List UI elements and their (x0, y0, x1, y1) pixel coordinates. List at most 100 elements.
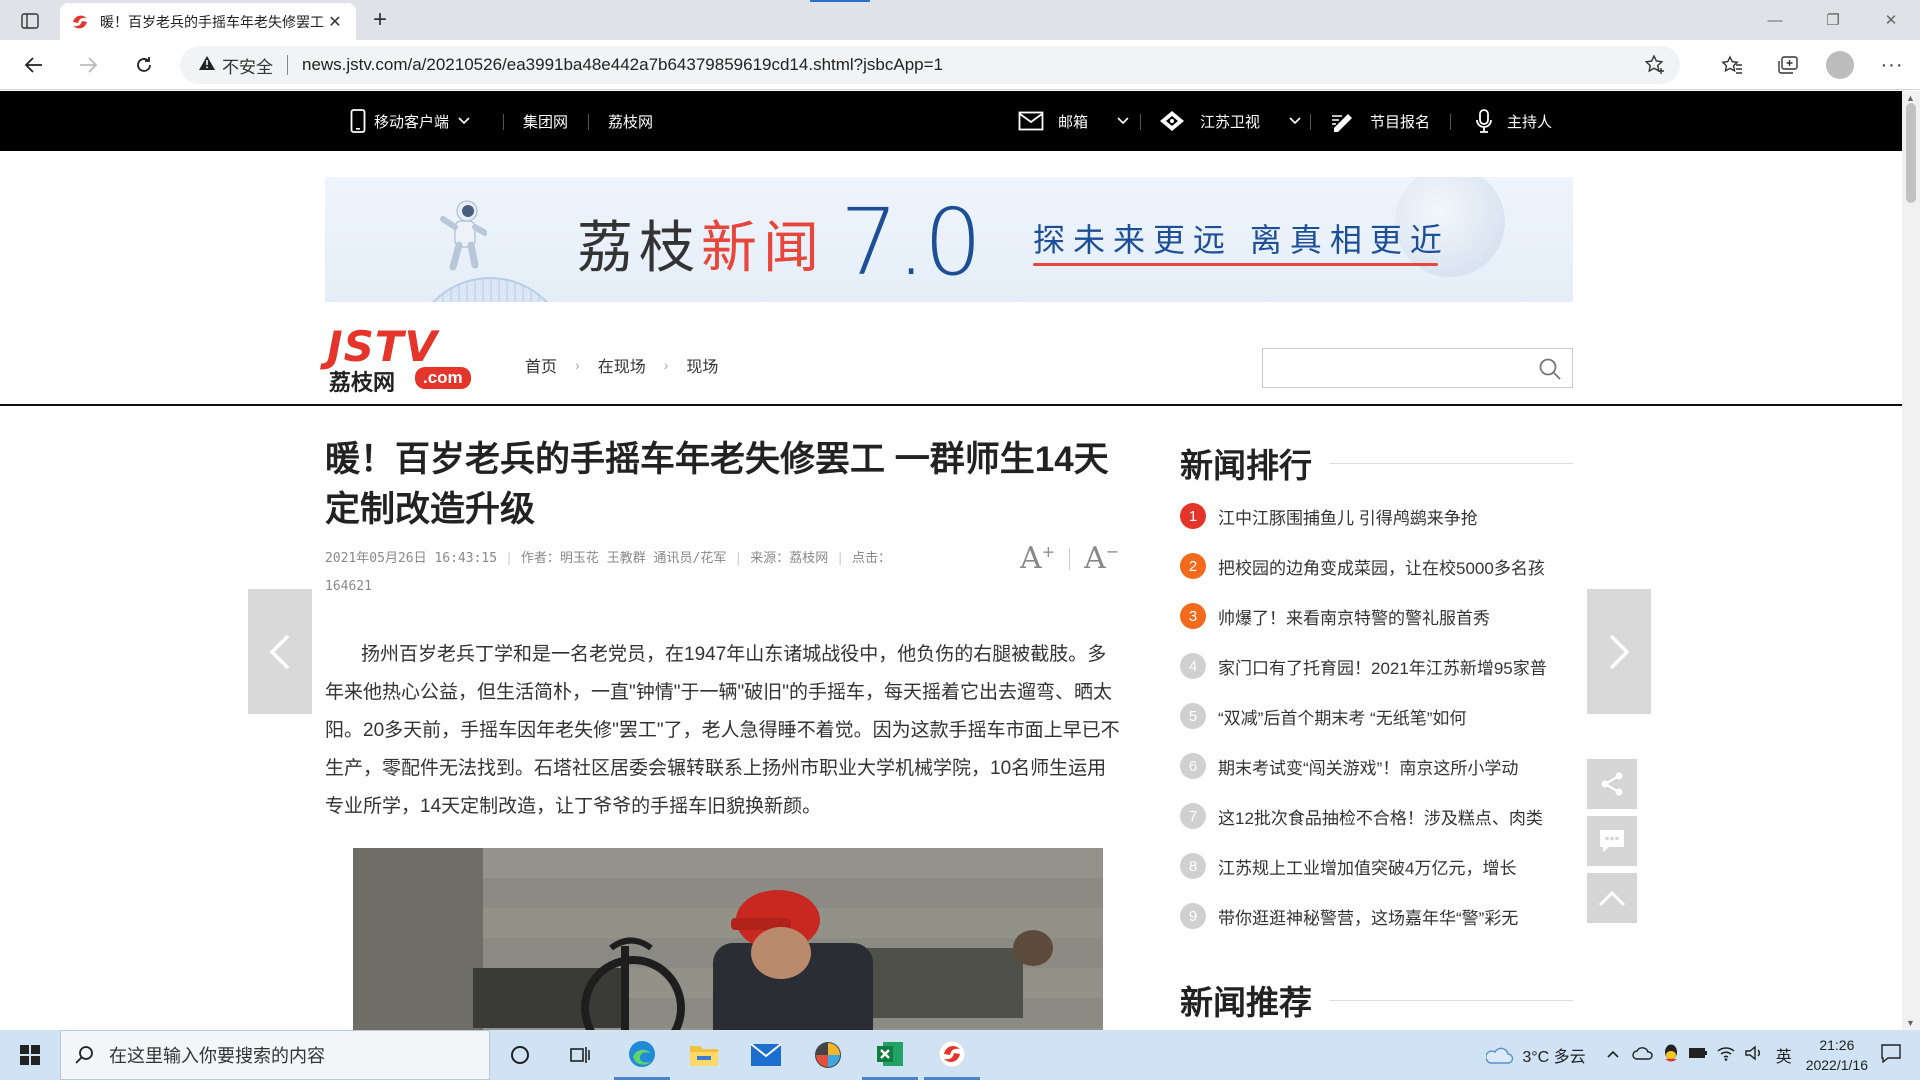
rank-title[interactable]: 这12批次食品抽检不合格！涉及糕点、肉类 (1218, 804, 1543, 829)
taskbar-jstv-app[interactable] (924, 1030, 980, 1080)
minimize-icon[interactable]: — (1746, 0, 1804, 40)
cortana-button[interactable] (492, 1030, 548, 1080)
list-item[interactable]: 5 “双减”后首个期末考 “无纸笔”如何 (1180, 691, 1573, 741)
onedrive-icon[interactable] (1632, 1046, 1654, 1065)
security-label[interactable]: 不安全 (222, 53, 273, 78)
back-arrow-icon[interactable] (18, 49, 50, 81)
breadcrumb-home[interactable]: 首页 (525, 353, 557, 377)
rank-title[interactable]: 家门口有了托育园！2021年江苏新增95家普 (1218, 654, 1547, 679)
ime-indicator[interactable]: 英 (1776, 1043, 1792, 1067)
banner-version: 7.0 (840, 189, 982, 296)
maximize-icon[interactable]: ❐ (1804, 0, 1862, 40)
mailbox-menu[interactable]: 邮箱 (1018, 91, 1130, 151)
rank-title[interactable]: 期末考试变“闯关游戏”！南京这所小学动 (1218, 754, 1518, 779)
host-link[interactable]: 主持人 (1475, 91, 1552, 151)
jstv-logo[interactable]: JSTV 荔枝网 .com (327, 326, 491, 395)
breadcrumb-onsite[interactable]: 在现场 (598, 353, 646, 377)
article-clicks-label: 点击： (852, 551, 892, 566)
taskbar-mail[interactable] (738, 1030, 794, 1080)
address-bar[interactable]: 不安全 news.jstv.com/a/20210526/ea3991ba48e… (180, 46, 1680, 84)
program-signup-link[interactable]: 节目报名 (1330, 91, 1430, 151)
lizhi-site-link[interactable]: 荔枝网 (608, 91, 653, 151)
scrollbar-thumb[interactable] (1906, 103, 1916, 203)
address-separator (287, 55, 288, 75)
banner-brand-b: 新闻 (701, 216, 825, 281)
window-close-icon[interactable]: ✕ (1862, 0, 1920, 40)
taskbar-app-pinwheel[interactable] (800, 1030, 856, 1080)
battery-icon[interactable] (1688, 1046, 1708, 1065)
mobile-client-menu[interactable]: 移动客户端 (350, 91, 471, 151)
rank-badge: 5 (1180, 703, 1206, 729)
add-favorite-icon[interactable] (1644, 54, 1666, 81)
scroll-up-arrow-icon[interactable]: ▲ (1906, 93, 1915, 103)
list-item[interactable]: 6 期末考试变“闯关游戏”！南京这所小学动 (1180, 741, 1573, 791)
rank-badge: 6 (1180, 753, 1206, 779)
lizhi-news-banner[interactable]: 荔枝新闻 7.0 探未来更远 离真相更近 (325, 177, 1573, 302)
rank-title[interactable]: 把校园的边角变成菜园，让在校5000多名孩 (1218, 554, 1545, 579)
rank-badge: 4 (1180, 653, 1206, 679)
weather-text[interactable]: 3°C 多云 (1522, 1043, 1585, 1067)
warning-triangle-icon[interactable] (198, 55, 216, 75)
taskbar-excel[interactable] (862, 1030, 918, 1080)
chevron-down-icon (1288, 113, 1302, 130)
nav-separator (1310, 114, 1311, 130)
banner-brand: 荔枝新闻 (577, 203, 825, 284)
forward-arrow-icon[interactable] (72, 49, 104, 81)
page-scrollbar[interactable]: ▲ ▼ (1902, 91, 1920, 1030)
notification-icon[interactable] (1880, 1043, 1902, 1068)
search-icon[interactable] (1538, 357, 1562, 386)
taskbar-clock[interactable]: 21:26 2022/1/16 (1806, 1035, 1868, 1075)
list-item[interactable]: 1 江中江豚围捕鱼儿 引得鸬鹚来争抢 (1180, 491, 1573, 541)
rank-title[interactable]: 江苏规上工业增加值突破4万亿元，增长 (1218, 854, 1516, 879)
prev-article-button[interactable] (248, 589, 312, 714)
list-item[interactable]: 3 帅爆了！来看南京特警的警礼服首秀 (1180, 591, 1573, 641)
jiangsu-tv-menu[interactable]: 江苏卫视 (1158, 91, 1302, 151)
rank-title[interactable]: 带你逛逛神秘警营，这场嘉年华“警”彩无 (1218, 904, 1518, 929)
chevron-down-icon (457, 113, 471, 130)
tab-close-icon[interactable]: ✕ (324, 11, 346, 33)
list-item[interactable]: 9 带你逛逛神秘警营，这场嘉年华“警”彩无 (1180, 891, 1573, 941)
article-photo (353, 848, 1103, 1030)
profile-avatar[interactable] (1826, 51, 1854, 79)
rank-title[interactable]: 江中江豚围捕鱼儿 引得鸬鹚来争抢 (1218, 504, 1478, 529)
windows-start-button[interactable] (0, 1030, 60, 1080)
rank-title[interactable]: 帅爆了！来看南京特警的警礼服首秀 (1218, 604, 1490, 629)
share-button[interactable] (1587, 759, 1637, 809)
qq-icon[interactable] (1662, 1043, 1680, 1068)
taskbar-file-explorer[interactable] (676, 1030, 732, 1080)
back-to-top-button[interactable] (1587, 873, 1637, 923)
font-decrease-button[interactable]: A− (1084, 541, 1119, 576)
list-item[interactable]: 8 江苏规上工业增加值突破4万亿元，增长 (1180, 841, 1573, 891)
header-divider (0, 404, 1902, 406)
url-text[interactable]: news.jstv.com/a/20210526/ea3991ba48e442a… (302, 55, 943, 75)
chevron-right-icon: › (663, 357, 669, 373)
rank-title[interactable]: “双减”后首个期末考 “无纸笔”如何 (1218, 704, 1466, 729)
tray-expand-icon[interactable] (1606, 1046, 1620, 1064)
breadcrumb-scene[interactable]: 现场 (686, 353, 718, 377)
weather-cloud-icon[interactable] (1486, 1045, 1514, 1065)
next-article-button[interactable] (1587, 589, 1651, 714)
wifi-icon[interactable] (1716, 1045, 1736, 1066)
new-tab-button[interactable]: + (366, 7, 394, 35)
browser-tab-active[interactable]: 暖！百岁老兵的手摇车年老失修罢工 一群师生14天定制改造升级 ✕ (60, 3, 356, 40)
list-item[interactable]: 7 这12批次食品抽检不合格！涉及糕点、肉类 (1180, 791, 1573, 841)
collections-icon[interactable] (1770, 49, 1806, 81)
group-site-link[interactable]: 集团网 (523, 91, 568, 151)
logo-com-badge: .com (415, 367, 471, 389)
site-search-input[interactable] (1262, 348, 1573, 388)
tab-actions-icon[interactable] (14, 8, 46, 34)
cortana-circle-icon (511, 1046, 529, 1064)
task-view-button[interactable] (552, 1030, 608, 1080)
comment-button[interactable] (1587, 816, 1637, 866)
refresh-icon[interactable] (128, 49, 160, 81)
favorites-icon[interactable] (1714, 49, 1750, 81)
list-item[interactable]: 2 把校园的边角变成菜园，让在校5000多名孩 (1180, 541, 1573, 591)
font-increase-button[interactable]: A+ (1020, 541, 1055, 576)
taskbar-edge[interactable] (614, 1030, 670, 1080)
volume-icon[interactable] (1744, 1045, 1764, 1066)
scroll-down-arrow-icon[interactable]: ▼ (1906, 1018, 1915, 1028)
list-item[interactable]: 4 家门口有了托育园！2021年江苏新增95家普 (1180, 641, 1573, 691)
window-controls: — ❐ ✕ (1746, 0, 1920, 40)
taskbar-search-box[interactable]: 在这里输入你要搜索的内容 (60, 1030, 490, 1080)
more-menu-icon[interactable]: ··· (1874, 49, 1910, 81)
